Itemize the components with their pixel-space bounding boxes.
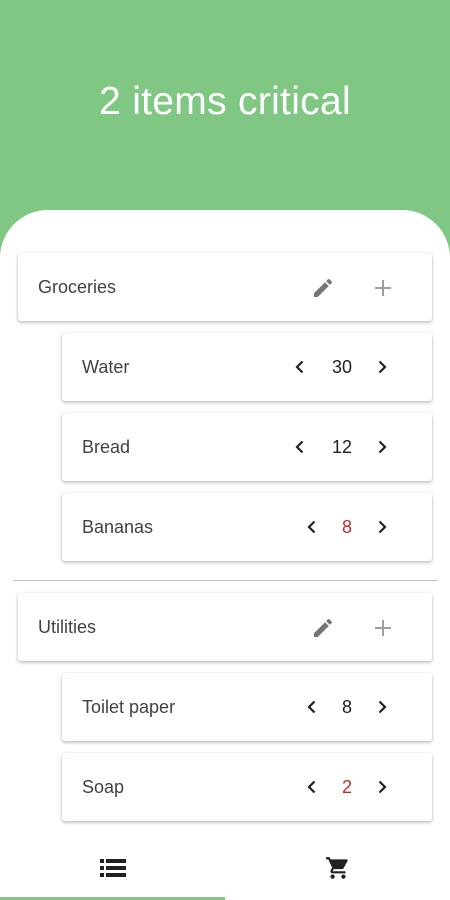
critical-items-title: 2 items critical <box>99 80 351 123</box>
chevron-right-icon <box>378 700 387 714</box>
plus-icon <box>375 280 391 296</box>
category-card-groceries[interactable]: Groceries <box>18 253 432 321</box>
item-count: 2 <box>341 777 352 797</box>
pencil-icon <box>314 278 333 297</box>
pencil-icon <box>314 618 333 637</box>
chevron-left-icon <box>307 520 316 534</box>
item-card-water: Water 30 <box>62 333 432 401</box>
edit-category-button[interactable] <box>310 615 336 641</box>
plus-icon <box>375 620 391 636</box>
category-divider <box>13 580 437 581</box>
chevron-left-icon <box>295 360 304 374</box>
item-count: 30 <box>331 357 353 377</box>
item-name: Toilet paper <box>82 697 176 717</box>
add-item-button[interactable] <box>370 275 396 301</box>
category-card-utilities[interactable]: Utilities <box>18 593 432 661</box>
increment-button[interactable] <box>370 355 394 379</box>
chevron-right-icon <box>378 360 387 374</box>
bottom-navigation <box>0 836 450 900</box>
edit-category-button[interactable] <box>310 275 336 301</box>
chevron-right-icon <box>378 780 387 794</box>
chevron-right-icon <box>378 440 387 454</box>
increment-button[interactable] <box>370 515 394 539</box>
item-count: 8 <box>341 697 352 717</box>
category-name: Groceries <box>38 277 117 297</box>
shopping-cart-icon <box>325 857 348 879</box>
item-name: Bread <box>82 437 131 457</box>
tab-shopping-cart[interactable] <box>225 836 450 900</box>
item-card-bread: Bread 12 <box>62 413 432 481</box>
chevron-right-icon <box>378 520 387 534</box>
item-count: 8 <box>341 517 352 537</box>
item-card-soap: Soap 2 <box>62 753 432 821</box>
item-name: Water <box>82 357 130 377</box>
item-card-bananas: Bananas 8 <box>62 493 432 561</box>
chevron-left-icon <box>295 440 304 454</box>
decrement-button[interactable] <box>300 515 324 539</box>
item-name: Soap <box>82 777 125 797</box>
app-screen: 2 items critical Groceries Water 30 Brea… <box>0 0 450 900</box>
item-card-toilet-paper: Toilet paper 8 <box>62 673 432 741</box>
increment-button[interactable] <box>370 435 394 459</box>
list-icon <box>99 859 126 877</box>
category-list[interactable]: Groceries Water 30 Bread 12 Bananas 8 Ut… <box>0 210 450 838</box>
item-name: Bananas <box>82 517 154 537</box>
decrement-button[interactable] <box>300 695 324 719</box>
category-name: Utilities <box>38 617 97 637</box>
chevron-left-icon <box>307 780 316 794</box>
item-count: 12 <box>331 437 353 457</box>
add-item-button[interactable] <box>370 615 396 641</box>
increment-button[interactable] <box>370 775 394 799</box>
increment-button[interactable] <box>370 695 394 719</box>
decrement-button[interactable] <box>288 435 312 459</box>
decrement-button[interactable] <box>288 355 312 379</box>
content-sheet: Groceries Water 30 Bread 12 Bananas 8 Ut… <box>0 210 450 900</box>
chevron-left-icon <box>307 700 316 714</box>
decrement-button[interactable] <box>300 775 324 799</box>
tab-list[interactable] <box>0 836 225 900</box>
